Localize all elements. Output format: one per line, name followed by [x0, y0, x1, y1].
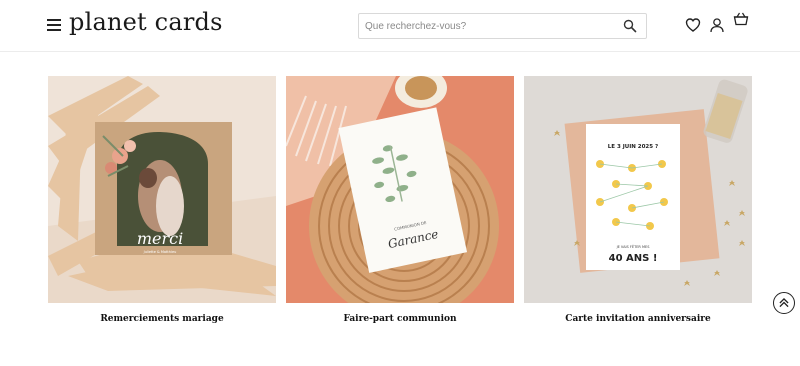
product-image[interactable]: merci Juliette & Matthieu: [48, 76, 276, 303]
svg-text:merci: merci: [137, 229, 183, 248]
product-card[interactable]: merci Juliette & Matthieu Remerciements …: [48, 76, 276, 324]
heart-icon[interactable]: [685, 17, 701, 33]
search-bar: [358, 13, 647, 39]
svg-text:LE 3 JUIN 2025 ?: LE 3 JUIN 2025 ?: [608, 144, 658, 150]
search-input[interactable]: [359, 14, 619, 38]
product-title[interactable]: Carte invitation anniversaire: [524, 314, 752, 324]
site-header: planet cards: [0, 0, 800, 52]
product-card[interactable]: COMMUNION DE Garance Faire-part communio…: [285, 68, 514, 324]
product-image[interactable]: COMMUNION DE Garance: [285, 68, 514, 321]
product-card[interactable]: LE 3 JUIN 2025 ? JE VAIS FÊTER MES 40 AN…: [524, 76, 752, 324]
user-icon[interactable]: [709, 17, 725, 33]
menu-icon[interactable]: [47, 19, 61, 31]
product-title[interactable]: Remerciements mariage: [48, 314, 276, 324]
svg-text:Juliette & Matthieu: Juliette & Matthieu: [143, 250, 177, 254]
site-logo[interactable]: planet cards: [69, 8, 223, 36]
svg-text:JE VAIS FÊTER MES: JE VAIS FÊTER MES: [616, 244, 651, 249]
basket-icon[interactable]: [733, 11, 749, 27]
product-grid: merci Juliette & Matthieu Remerciements …: [48, 68, 753, 326]
double-chevron-up-icon[interactable]: [773, 292, 795, 314]
product-title[interactable]: Faire-part communion: [286, 314, 514, 324]
product-image[interactable]: LE 3 JUIN 2025 ? JE VAIS FÊTER MES 40 AN…: [524, 76, 752, 303]
svg-text:40 ANS !: 40 ANS !: [609, 253, 658, 264]
search-icon[interactable]: [623, 19, 637, 33]
